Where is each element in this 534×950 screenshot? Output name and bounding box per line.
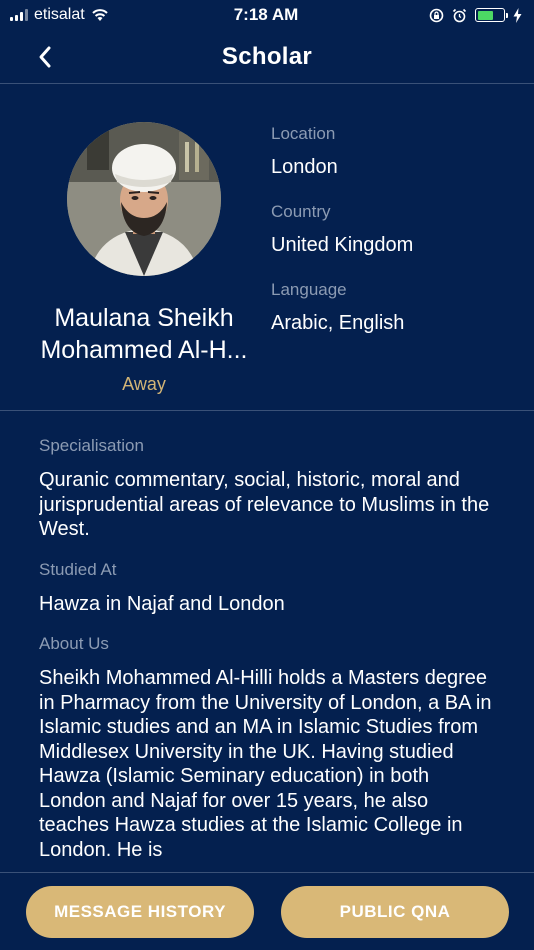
scholar-details: Location London Country United Kingdom L… [271,122,521,356]
scholar-name-line1: Maulana Sheikh [54,304,234,332]
signal-icon [10,9,28,21]
scholar-name: Maulana Sheikh Mohammed Al-H... [16,302,272,366]
about-label: About Us [39,634,109,653]
availability-status: Away [122,374,166,394]
status-bar: etisalat 7:18 AM [0,0,534,30]
battery-icon [475,8,508,22]
wifi-icon [92,9,108,21]
charging-icon [513,7,522,23]
country-label: Country [271,202,331,221]
battery-fill [477,10,493,20]
scholar-name-line2: Mohammed Al-H... [40,336,248,364]
status-time: 7:18 AM [233,5,299,24]
scholar-info[interactable]: Specialisation Quranic commentary, socia… [39,434,499,868]
screen-lock-icon [429,8,444,22]
bottom-action-bar: MESSAGE HISTORY PUBLIC QNA [0,872,534,950]
carrier-name: etisalat [34,6,85,23]
scholar-photo [67,122,221,276]
navigation-header: Scholar [0,30,534,84]
profile-section: Maulana Sheikh Mohammed Al-H... Away Loc… [0,84,534,411]
public-qna-button[interactable]: PUBLIC QNA [281,886,509,938]
location-value: London [271,156,338,178]
chevron-left-icon [39,46,51,68]
alarm-icon [452,8,467,22]
status-right [362,7,522,23]
back-button[interactable] [28,40,62,74]
studied-value: Hawza in Najaf and London [39,592,285,615]
language-value: Arabic, English [271,312,405,334]
message-history-button[interactable]: MESSAGE HISTORY [26,886,254,938]
about-text: Sheikh Mohammed Al-Hilli holds a Masters… [39,667,492,861]
avatar [67,122,221,276]
language-label: Language [271,280,347,299]
studied-label: Studied At [39,559,117,579]
page-title: Scholar [221,42,313,70]
country-value: United Kingdom [271,234,414,256]
specialisation-label: Specialisation [39,436,144,455]
location-label: Location [271,124,336,143]
specialisation-value: Quranic commentary, social, historic, mo… [39,469,490,540]
status-left: etisalat [10,6,170,24]
